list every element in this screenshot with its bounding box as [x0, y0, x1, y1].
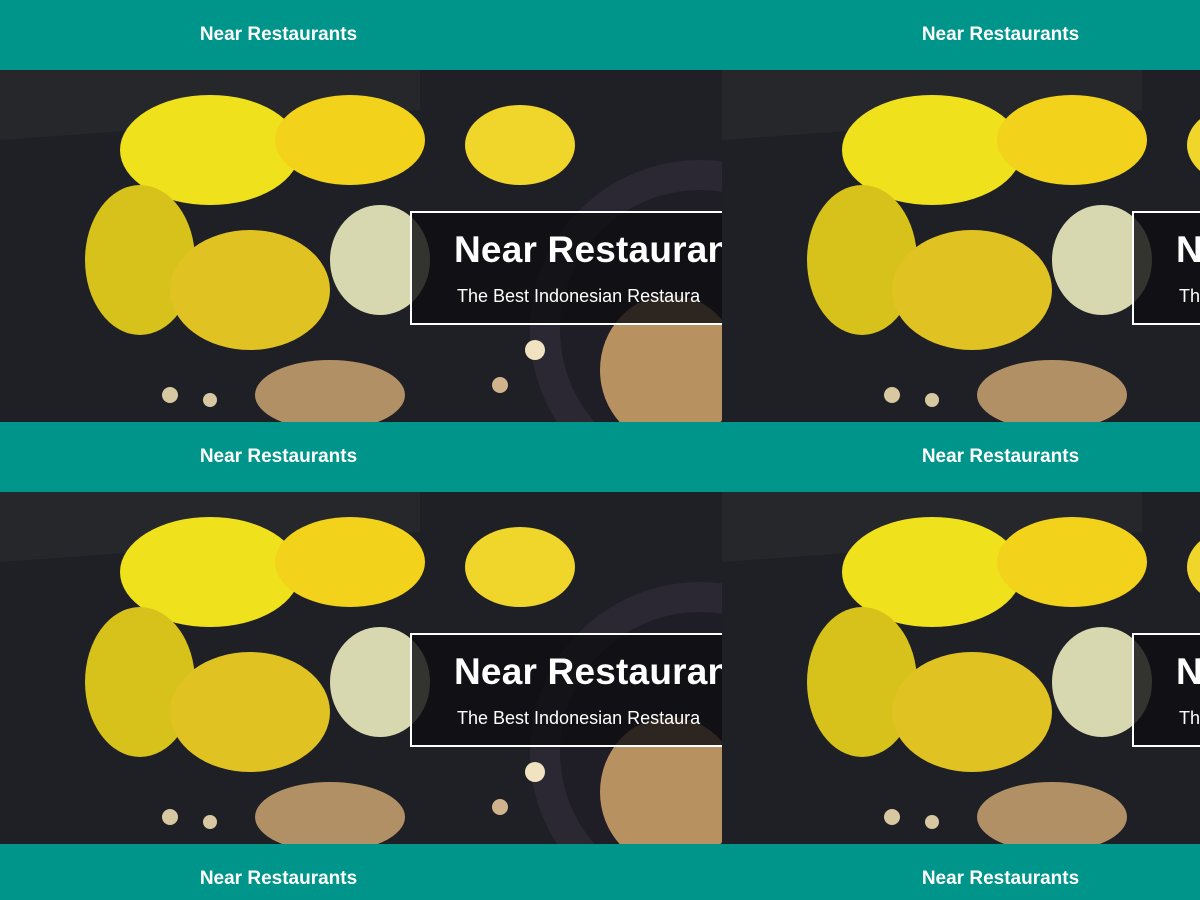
hero-caption-card: Near Restaurants The Best Indonesian Res…	[1132, 211, 1200, 325]
app-bar: Near Restaurants	[0, 844, 722, 900]
hero-section: Near Restaurants The Best Indonesian Res…	[722, 492, 1200, 844]
app-bar-title: Near Restaurants	[921, 446, 1080, 467]
hero-caption-card: Near Restaurants The Best Indonesian Res…	[1132, 633, 1200, 747]
app-screen: Near Restaurants Near Restaurants The Be…	[722, 422, 1200, 900]
hero-title: Near Restaurants	[454, 651, 722, 692]
hero-subtitle: The Best Indonesian Restaura	[1179, 708, 1200, 728]
app-bar: Near Restaurants	[0, 0, 722, 70]
hero-section: Near Restaurants The Best Indonesian Res…	[722, 70, 1200, 422]
hero-subtitle: The Best Indonesian Restaura	[1179, 286, 1200, 306]
app-bar: Near Restaurants	[0, 422, 722, 492]
app-bar: Near Restaurants	[722, 422, 1200, 492]
hero-title: Near Restaurants	[454, 229, 722, 270]
hero-caption-card: Near Restaurants The Best Indonesian Res…	[410, 633, 722, 747]
hero-title: Near Restaurants	[1176, 651, 1200, 692]
hero-subtitle: The Best Indonesian Restaura	[457, 286, 701, 306]
hero-image	[722, 70, 1200, 422]
hero-section: Near Restaurants The Best Indonesian Res…	[0, 492, 722, 844]
app-bar-title: Near Restaurants	[921, 24, 1080, 45]
hero-image	[722, 492, 1200, 844]
app-bar-title: Near Restaurants	[199, 868, 358, 889]
app-bar-title: Near Restaurants	[921, 868, 1080, 889]
hero-section: Near Restaurants The Best Indonesian Res…	[0, 70, 722, 422]
app-screen: Near Restaurants Near Restaurants The Be…	[0, 0, 722, 422]
app-bar: Near Restaurants	[722, 0, 1200, 70]
app-screen: Near Restaurants Near Restaurants The Be…	[0, 422, 722, 900]
hero-caption-card: Near Restaurants The Best Indonesian Res…	[410, 211, 722, 325]
app-bar-title: Near Restaurants	[199, 446, 358, 467]
app-screen: Near Restaurants Near Restaurants The Be…	[722, 0, 1200, 422]
hero-title: Near Restaurants	[1176, 229, 1200, 270]
app-bar: Near Restaurants	[722, 844, 1200, 900]
app-bar-title: Near Restaurants	[199, 24, 358, 45]
hero-subtitle: The Best Indonesian Restaura	[457, 708, 701, 728]
